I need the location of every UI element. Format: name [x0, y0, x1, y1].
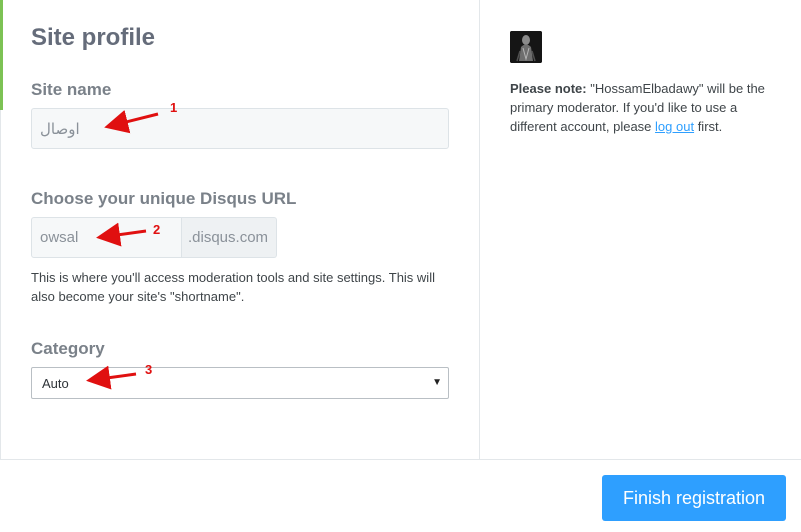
finish-registration-button[interactable]: Finish registration	[602, 475, 786, 521]
annotation-label-3: 3	[145, 362, 153, 377]
moderator-note: Please note: "HossamElbadawy" will be th…	[510, 79, 780, 136]
page-title: Site profile	[31, 24, 156, 51]
note-prefix: Please note:	[510, 81, 587, 96]
category-select[interactable]: Auto ▼	[31, 367, 449, 399]
url-suffix: .disqus.com	[182, 217, 277, 258]
chevron-down-icon: ▼	[432, 377, 442, 388]
logout-link[interactable]: log out	[655, 119, 694, 134]
column-divider	[479, 0, 480, 459]
category-label: Category	[31, 339, 105, 358]
footer-divider	[0, 459, 801, 460]
annotation-label-1: 1	[170, 100, 178, 115]
url-help-text: This is where you'll access moderation t…	[31, 270, 435, 304]
accent-bar	[0, 0, 3, 110]
left-border	[0, 110, 1, 459]
site-name-input[interactable]: اوصال	[31, 108, 449, 149]
url-label: Choose your unique Disqus URL	[31, 189, 297, 208]
annotation-label-2: 2	[153, 222, 161, 237]
category-value: Auto	[42, 375, 69, 391]
user-avatar-icon	[510, 31, 542, 63]
note-suffix: first.	[694, 119, 723, 134]
registration-page: Site profile Site name اوصال Choose your…	[0, 0, 801, 532]
site-name-label: Site name	[31, 80, 112, 99]
shortname-value: owsal	[40, 229, 79, 246]
site-name-value: اوصال	[40, 120, 80, 138]
